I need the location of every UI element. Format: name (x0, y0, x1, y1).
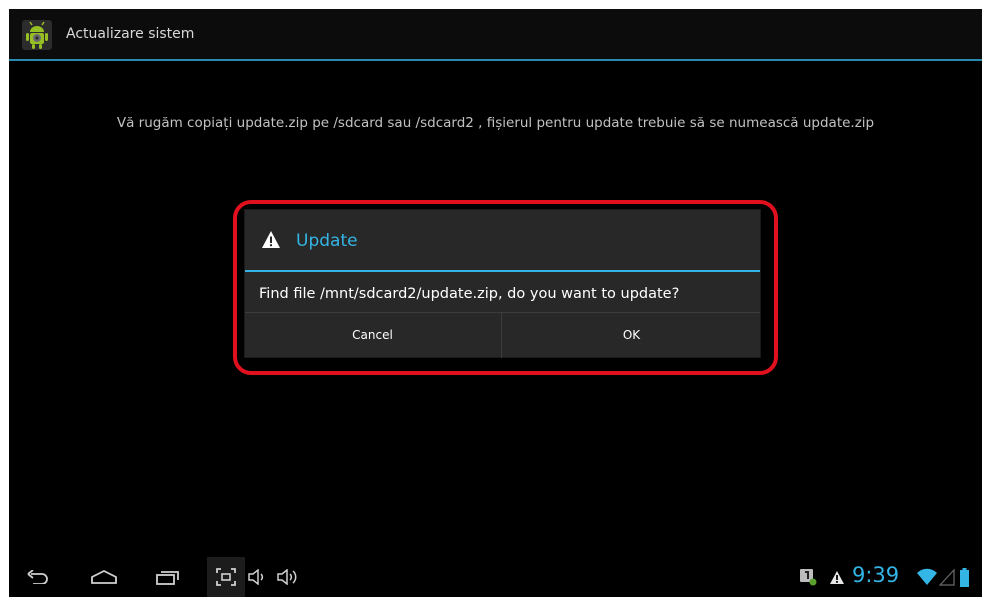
warning-icon[interactable] (826, 557, 848, 597)
back-icon[interactable] (23, 557, 53, 597)
action-bar: Actualizare sistem (9, 9, 982, 61)
dialog-button-bar: Cancel OK (245, 312, 760, 358)
recent-apps-icon[interactable] (153, 557, 183, 597)
cancel-button[interactable]: Cancel (245, 313, 500, 358)
dialog-title-bar: Update (245, 210, 760, 272)
update-dialog: Update Find file /mnt/sdcard2/update.zip… (245, 210, 760, 358)
tablet-screen: Actualizare sistem Vă rugăm copiați upda… (9, 9, 982, 597)
instruction-message: Vă rugăm copiați update.zip pe /sdcard s… (116, 115, 875, 131)
dialog-title: Update (296, 231, 358, 251)
android-settings-icon[interactable] (21, 18, 53, 52)
battery-icon (957, 557, 971, 597)
warning-icon (261, 230, 281, 249)
app-title: Actualizare sistem (66, 26, 195, 42)
screenshot-icon[interactable] (211, 557, 241, 597)
notification-app-icon[interactable] (797, 557, 819, 597)
status-clock: 9:39 (852, 563, 900, 587)
volume-up-icon[interactable] (275, 557, 301, 597)
home-icon[interactable] (87, 557, 121, 597)
volume-down-icon[interactable] (245, 557, 271, 597)
dialog-message: Find file /mnt/sdcard2/update.zip, do yo… (259, 286, 680, 302)
system-navigation-bar: 9:39 (9, 557, 982, 597)
ok-button[interactable]: OK (501, 313, 761, 358)
wifi-icon (915, 557, 939, 597)
cell-signal-icon (938, 557, 956, 597)
